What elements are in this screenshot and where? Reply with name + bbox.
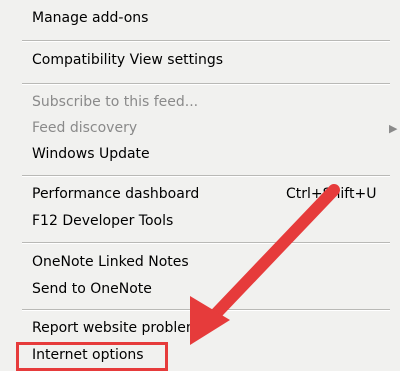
- menu-separator: [22, 83, 390, 85]
- highlight-box: [16, 342, 168, 371]
- menu-item-label: Performance dashboard: [32, 186, 200, 202]
- menu-gutter: [0, 0, 22, 371]
- menu-separator: [22, 309, 390, 311]
- menu-separator: [22, 175, 390, 177]
- menu-item-label: Windows Update: [32, 146, 150, 162]
- menu-item-label: Send to OneNote: [32, 281, 152, 297]
- menu-separator: [22, 40, 390, 42]
- menu-item-label: Subscribe to this feed...: [32, 94, 199, 110]
- menu-item-windows-update[interactable]: Windows Update: [22, 141, 390, 168]
- menu-item-manage-add-ons[interactable]: Manage add-ons: [22, 5, 390, 32]
- menu-item-report-website-problems[interactable]: Report website problems: [22, 315, 390, 342]
- tools-context-menu: Manage add-ons Compatibility View settin…: [0, 0, 402, 371]
- menu-item-f12-developer-tools[interactable]: F12 Developer Tools: [22, 208, 390, 235]
- menu-item-label: Manage add-ons: [32, 10, 149, 26]
- menu-item-label: Feed discovery: [32, 120, 138, 136]
- menu-item-performance-dashboard[interactable]: Performance dashboard Ctrl+Shift+U: [22, 181, 390, 208]
- submenu-arrow-icon: ▶: [389, 122, 398, 135]
- menu-item-feed-discovery: Feed discovery ▶: [22, 115, 397, 142]
- menu-item-label: Report website problems: [32, 320, 207, 336]
- menu-item-shortcut: Ctrl+Shift+U: [286, 186, 377, 202]
- menu-item-label: Compatibility View settings: [32, 52, 224, 68]
- menu-item-label: F12 Developer Tools: [32, 213, 174, 229]
- menu-item-onenote-linked-notes[interactable]: OneNote Linked Notes: [22, 249, 390, 276]
- menu-item-subscribe-feed: Subscribe to this feed...: [22, 89, 390, 116]
- menu-item-send-to-onenote[interactable]: Send to OneNote: [22, 276, 390, 303]
- menu-item-label: OneNote Linked Notes: [32, 254, 189, 270]
- menu-item-compatibility-view-settings[interactable]: Compatibility View settings: [22, 47, 390, 74]
- menu-separator: [22, 242, 390, 244]
